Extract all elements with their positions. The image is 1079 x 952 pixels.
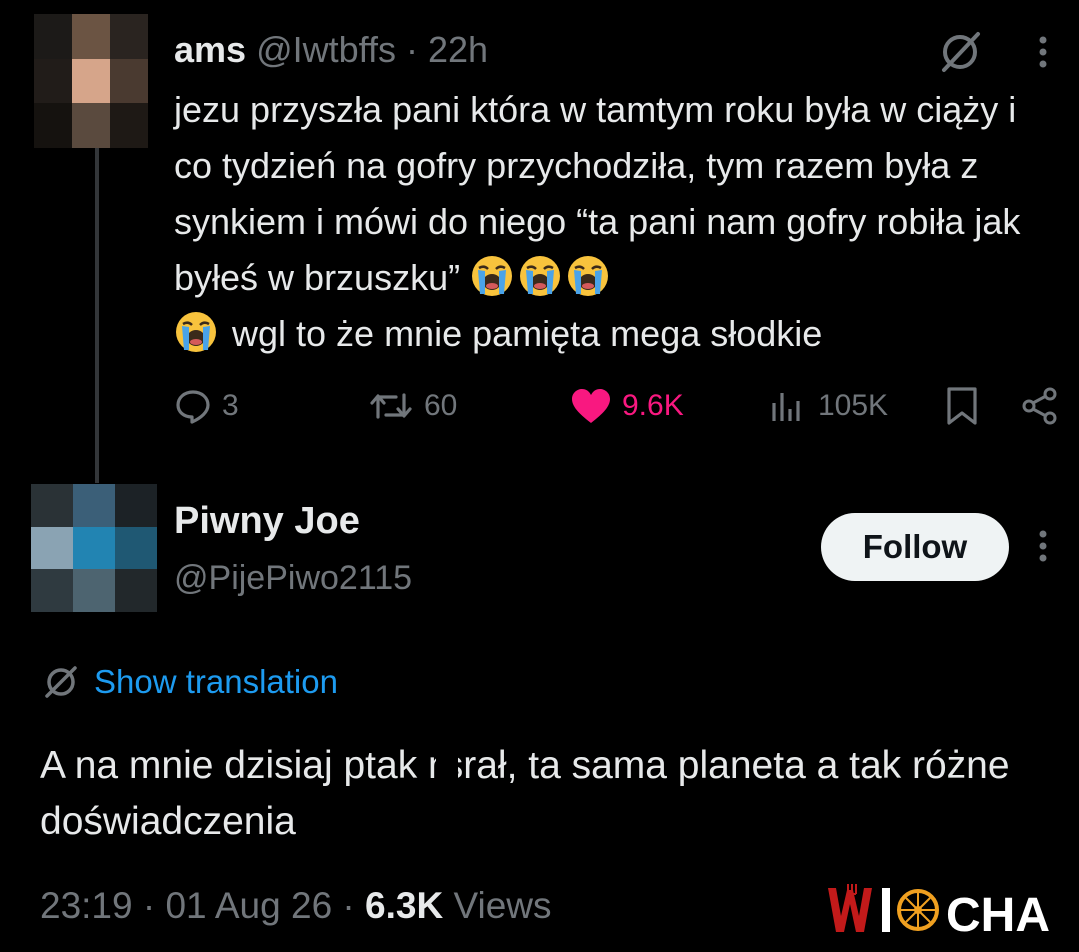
repost-icon — [370, 393, 412, 419]
reply-text: A na mnie dzisiaj ptak nsrał, ta sama pl… — [40, 738, 1060, 850]
meta-dot: · — [332, 885, 366, 926]
like-button[interactable]: 9.6K — [570, 383, 684, 429]
tweet-time[interactable]: 22h — [428, 29, 488, 70]
loudly-crying-face-icon — [520, 256, 561, 296]
repost-count: 60 — [424, 389, 458, 422]
share-button[interactable] — [1020, 383, 1070, 429]
meta-dot: · — [132, 885, 166, 926]
like-count: 9.6K — [622, 389, 684, 422]
grok-icon[interactable] — [936, 30, 984, 74]
avatar-ams[interactable] — [34, 14, 148, 148]
reply-icon — [176, 390, 210, 424]
reply-count: 3 — [222, 389, 239, 422]
show-translation-link[interactable]: Show translation — [42, 660, 338, 704]
more-icon[interactable] — [1036, 34, 1050, 74]
author-name[interactable]: ams — [174, 29, 246, 70]
views-icon — [772, 393, 800, 421]
loudly-crying-face-icon — [568, 256, 609, 296]
reply-author-name[interactable]: Piwny Joe — [174, 500, 360, 542]
loudly-crying-face-icon — [472, 256, 513, 296]
svg-text:CHA: CHA — [946, 889, 1050, 938]
show-translation-label: Show translation — [94, 663, 338, 700]
tweet-text: jezu przyszła pani która w tamtym roku b… — [174, 82, 1064, 362]
reply-date[interactable]: 01 Aug 26 — [165, 885, 332, 926]
author-handle[interactable]: @Iwtbffs — [256, 29, 396, 70]
reply-text-start: A na mnie dzisiaj ptak n — [40, 744, 450, 787]
bookmark-icon — [947, 387, 977, 425]
avatar-piwny-joe[interactable] — [31, 484, 157, 612]
follow-button[interactable]: Follow — [821, 513, 1009, 581]
share-icon — [1022, 387, 1057, 425]
reply-time[interactable]: 23:19 — [40, 885, 133, 926]
translate-icon — [45, 666, 77, 698]
repost-button[interactable]: 60 — [368, 383, 457, 429]
views-button[interactable]: 105K — [768, 383, 888, 429]
more-icon[interactable] — [1036, 528, 1050, 568]
bookmark-button[interactable] — [944, 383, 990, 429]
censor-bar — [435, 746, 458, 786]
reply-views-label: Views — [443, 885, 552, 926]
views-count: 105K — [818, 389, 889, 422]
loudly-crying-face-icon — [176, 312, 216, 352]
thread-line — [95, 148, 99, 483]
reply-meta: 23:19 · 01 Aug 26 · 6.3K Views — [40, 884, 552, 928]
reply-views-count: 6.3K — [365, 885, 444, 926]
tweet-text-end: wgl to że mnie pamięta mega słodkie — [222, 313, 823, 354]
reply-button[interactable]: 3 — [174, 383, 239, 429]
wiocha-watermark-logo: CHA — [828, 884, 1050, 938]
tweet-header: ams @Iwtbffs · 22h — [174, 30, 488, 70]
heart-icon — [572, 389, 610, 423]
reply-author-handle[interactable]: @PijePiwo2115 — [174, 558, 412, 598]
separator-dot: · — [396, 29, 428, 70]
